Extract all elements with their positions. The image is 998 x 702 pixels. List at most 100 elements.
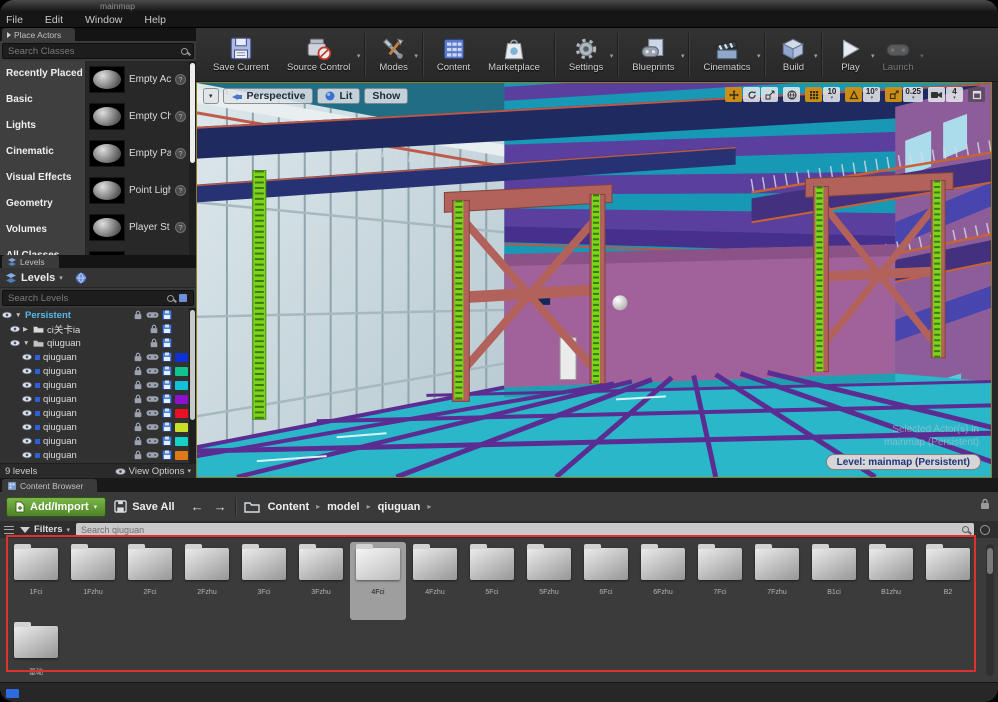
breadcrumb-qiuguan[interactable]: qiuguan (378, 501, 421, 513)
scrollbar-thumb[interactable] (190, 310, 195, 420)
level-row[interactable]: qiuguan (0, 350, 188, 364)
maximize-viewport-button[interactable] (968, 87, 985, 102)
folder-tile[interactable]: 3Fzhu (293, 542, 349, 620)
history-back-button[interactable]: ← (191, 499, 204, 514)
play-button[interactable]: Play ▾ (827, 35, 873, 74)
chevron-down-icon[interactable]: ▾ (59, 274, 63, 282)
category-item[interactable]: Basic (0, 87, 85, 113)
eye-icon[interactable] (22, 366, 32, 376)
world-icon[interactable] (75, 272, 87, 284)
eye-icon[interactable] (22, 408, 32, 418)
gamepad-icon[interactable] (146, 423, 159, 431)
levels-scrollbar[interactable] (189, 308, 196, 463)
category-item[interactable]: All Classes (0, 243, 85, 255)
level-color-chip[interactable] (175, 409, 188, 418)
gamepad-icon[interactable] (146, 381, 159, 389)
viewport-options-button[interactable]: ▾ (203, 88, 219, 104)
help-badge-icon[interactable]: ? (175, 111, 186, 122)
save-level-icon[interactable] (162, 324, 172, 334)
save-all-button[interactable]: Save All (114, 500, 174, 513)
folder-tile[interactable]: 6Fci (578, 542, 634, 620)
folder-tile[interactable]: 7Fci (692, 542, 748, 620)
folder-tile[interactable]: 1Fci (8, 542, 64, 620)
perspective-button[interactable]: Perspective (223, 88, 314, 104)
eye-icon[interactable] (22, 352, 32, 362)
search-assets-input[interactable]: Search qiuguan (76, 523, 974, 536)
folder-tile[interactable]: 6Fzhu (635, 542, 691, 620)
lock-icon[interactable] (149, 324, 159, 334)
sources-panel-icon[interactable] (4, 526, 14, 534)
camera-speed-value[interactable]: 4▾ (946, 87, 963, 102)
folder-tile[interactable]: 基础 (8, 620, 64, 682)
modes-button[interactable]: Modes ▾ (370, 35, 417, 74)
level-folder-row[interactable]: ▼ qiuguan (0, 336, 188, 350)
level-color-chip[interactable] (175, 451, 188, 460)
tab-place-actors[interactable]: Place Actors (2, 28, 75, 41)
folder-tile[interactable]: 4Fci (350, 542, 406, 620)
actor-list-item[interactable]: Empty Pa ? (86, 135, 188, 172)
breadcrumb-content[interactable]: Content (268, 501, 310, 513)
menu-item[interactable]: Window (85, 14, 122, 26)
folder-tile[interactable]: 2Fci (122, 542, 178, 620)
gamepad-icon[interactable] (146, 311, 159, 319)
show-button[interactable]: Show (364, 88, 408, 104)
lock-icon[interactable] (133, 408, 143, 418)
translate-tool-button[interactable] (725, 87, 742, 102)
save-level-icon[interactable] (162, 310, 172, 320)
save-level-icon[interactable] (162, 408, 172, 418)
category-item[interactable]: Cinematic (0, 139, 85, 165)
eye-icon[interactable] (22, 422, 32, 432)
rotation-snap-toggle[interactable] (845, 87, 862, 102)
save-current-button[interactable]: Save Current (204, 35, 278, 74)
camera-speed-button[interactable] (928, 87, 945, 102)
dropdown-caret-icon[interactable]: ▾ (814, 52, 818, 60)
marketplace-button[interactable]: Marketplace (479, 35, 549, 74)
filters-button[interactable]: Filters ▾ (20, 524, 70, 535)
tab-levels[interactable]: Levels (2, 255, 59, 268)
save-level-icon[interactable] (162, 380, 172, 390)
category-item[interactable]: Geometry (0, 191, 85, 217)
eye-icon[interactable] (22, 380, 32, 390)
help-badge-icon[interactable]: ? (175, 222, 186, 233)
folder-tile[interactable]: 7Fzhu (749, 542, 805, 620)
source-control-button[interactable]: Source Control ▾ (278, 35, 359, 74)
tab-content-browser[interactable]: Content Browser (2, 479, 97, 492)
level-color-chip[interactable] (175, 423, 188, 432)
launch-button[interactable]: Launch ▾ (873, 35, 922, 74)
actor-list-item[interactable]: Empty Ac ? (86, 61, 188, 98)
category-item[interactable]: Visual Effects (0, 165, 85, 191)
view-options-button[interactable]: View Options ▾ (115, 466, 191, 477)
eye-icon[interactable] (10, 338, 20, 348)
level-row[interactable]: qiuguan (0, 448, 188, 462)
save-level-icon[interactable] (162, 366, 172, 376)
gamepad-icon[interactable] (146, 395, 159, 403)
gamepad-icon[interactable] (146, 353, 159, 361)
gamepad-icon[interactable] (146, 451, 159, 459)
scale-snap-toggle[interactable] (885, 87, 902, 102)
folder-tile[interactable]: 5Fzhu (521, 542, 577, 620)
save-level-icon[interactable] (162, 422, 172, 432)
lock-sources-icon[interactable] (980, 498, 990, 510)
build-button[interactable]: Build ▾ (770, 35, 816, 74)
grid-snap-toggle[interactable] (805, 87, 822, 102)
folder-tile[interactable]: 5Fci (464, 542, 520, 620)
help-badge-icon[interactable]: ? (175, 74, 186, 85)
expand-arrow-icon[interactable]: ▼ (23, 340, 30, 347)
lock-icon[interactable] (149, 338, 159, 348)
level-color-chip[interactable] (175, 367, 188, 376)
folder-tile[interactable]: 1Fzhu (65, 542, 121, 620)
dropdown-caret-icon[interactable]: ▾ (920, 52, 924, 60)
level-row[interactable]: qiuguan (0, 364, 188, 378)
scrollbar-thumb[interactable] (987, 548, 993, 574)
dropdown-caret-icon[interactable]: ▾ (414, 52, 418, 60)
dropdown-caret-icon[interactable]: ▾ (681, 52, 685, 60)
folder-tile[interactable]: 4Fzhu (407, 542, 463, 620)
levels-dropdown[interactable]: Levels (21, 272, 55, 284)
menu-item[interactable]: File (6, 14, 23, 26)
save-level-icon[interactable] (162, 450, 172, 460)
dropdown-caret-icon[interactable]: ▾ (610, 52, 614, 60)
breadcrumb-model[interactable]: model (327, 501, 359, 513)
lock-icon[interactable] (133, 436, 143, 446)
save-level-icon[interactable] (162, 352, 172, 362)
level-row[interactable]: qiuguan (0, 420, 188, 434)
